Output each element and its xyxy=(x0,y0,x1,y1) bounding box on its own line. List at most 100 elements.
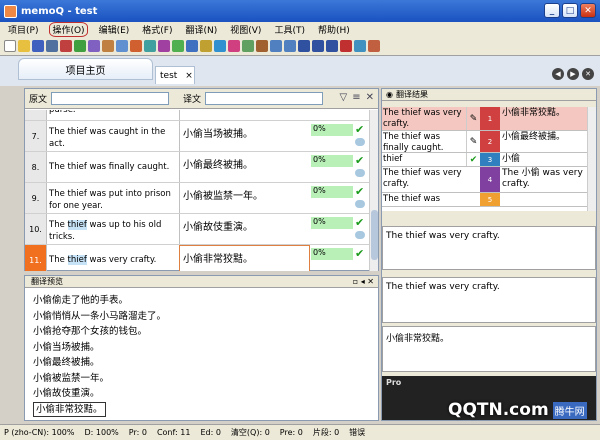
source-text: The thief was very crafty. xyxy=(49,255,157,265)
redo-icon[interactable] xyxy=(284,40,296,52)
list-item[interactable]: The thief was very crafty. ✎ 1 小偷非常狡黠。 xyxy=(382,107,588,131)
result-number: 1 xyxy=(480,107,500,130)
source-text: The thief was finally caught. xyxy=(49,162,170,172)
tab-document[interactable]: test × xyxy=(155,66,195,84)
table-row[interactable]: 7. The thief was caught in the act. 小偷当场… xyxy=(25,121,370,152)
underline-icon[interactable] xyxy=(326,40,338,52)
clear-filter-icon[interactable]: ✕ xyxy=(366,92,374,103)
segment-number: 11. xyxy=(25,245,47,271)
pretranslate-icon[interactable] xyxy=(158,40,170,52)
export-icon[interactable] xyxy=(74,40,86,52)
save-icon[interactable] xyxy=(32,40,44,52)
status-pre: Pre: 0 xyxy=(279,428,303,437)
settings-icon[interactable] xyxy=(88,40,100,52)
result-number: 3 xyxy=(480,153,500,166)
help-icon[interactable] xyxy=(368,40,380,52)
filter-bar: 原文 译文 ▽ ≡ ✕ xyxy=(25,89,378,109)
tab-project-home[interactable]: 项目主页 xyxy=(18,58,153,80)
menu-help[interactable]: 帮助(H) xyxy=(316,23,352,36)
open-icon[interactable] xyxy=(18,40,30,52)
undo-icon[interactable] xyxy=(270,40,282,52)
table-row[interactable]: 10. The thief was up to his old tricks. … xyxy=(25,214,370,245)
translation-preview: 翻译预览 ▫ ◂ ✕ 小偷偷走了他的手表。 小偷悄悄从一条小马路溜走了。 小偷抢… xyxy=(24,275,379,421)
target-text[interactable]: 小偷被监禁一年。 xyxy=(179,183,310,213)
target-text[interactable]: 小偷当场被捕。 xyxy=(179,121,310,151)
app-icon xyxy=(4,4,17,18)
target-filter-label: 译文 xyxy=(183,95,202,105)
target-text[interactable] xyxy=(179,110,310,120)
project-icon[interactable] xyxy=(46,40,58,52)
minimize-button[interactable]: _ xyxy=(544,3,560,18)
menu-translate[interactable]: 翻译(N) xyxy=(183,23,219,36)
grid-scrollbar[interactable] xyxy=(369,110,378,271)
import-icon[interactable] xyxy=(60,40,72,52)
preview-title: 翻译预览 xyxy=(31,277,63,286)
new-icon[interactable] xyxy=(4,40,16,52)
bold-icon[interactable] xyxy=(298,40,310,52)
filter-icon[interactable]: ▽ xyxy=(340,92,348,103)
tm-icon[interactable] xyxy=(200,40,212,52)
check-icon: ✔ xyxy=(355,154,365,167)
close-icon[interactable]: × xyxy=(185,71,193,81)
tm-icon: ✎ xyxy=(466,107,480,130)
italic-icon[interactable] xyxy=(312,40,324,52)
source-text: The thief was up to his old tricks. xyxy=(49,220,162,242)
maximize-button[interactable]: □ xyxy=(562,3,578,18)
comment-icon[interactable] xyxy=(355,200,365,208)
prev-tab-icon[interactable]: ◀ xyxy=(552,68,564,80)
comment-icon[interactable] xyxy=(355,231,365,239)
source-text: The thief was caught in the act. xyxy=(49,127,166,149)
refresh-icon[interactable] xyxy=(144,40,156,52)
source-text: purse. xyxy=(49,110,76,115)
menu-format[interactable]: 格式(F) xyxy=(140,23,174,36)
menu-view[interactable]: 视图(V) xyxy=(228,23,263,36)
comment-icon[interactable] xyxy=(355,138,365,146)
watermark: QQTN.com 腾牛网 xyxy=(448,395,598,425)
sort-icon[interactable]: ≡ xyxy=(352,92,360,103)
table-row-current[interactable]: 11. The thief was very crafty. 小偷非常狡黠。 0… xyxy=(25,245,370,271)
table-row[interactable]: purse. xyxy=(25,110,370,121)
split-icon[interactable] xyxy=(256,40,268,52)
termbase-icon[interactable] xyxy=(214,40,226,52)
table-row[interactable]: 8. The thief was finally caught. 小偷最终被捕。… xyxy=(25,152,370,183)
translation-grid: 原文 译文 ▽ ≡ ✕ purse. 7. The thief was caug… xyxy=(24,88,379,271)
lookup-icon[interactable] xyxy=(228,40,240,52)
close-tab-icon[interactable]: ✕ xyxy=(582,68,594,80)
target-editor[interactable]: 小偷非常狡黠。 xyxy=(179,245,310,271)
result-number: 4 xyxy=(480,167,500,192)
segment-number: 9. xyxy=(25,183,47,213)
list-item[interactable]: thief ✔ 3 小偷 xyxy=(382,153,588,167)
target-filter-input[interactable] xyxy=(205,92,324,105)
list-item[interactable]: The thief was finally caught. ✎ 2 小偷最终被捕… xyxy=(382,131,588,153)
match-percent: 0% xyxy=(311,155,353,167)
resource-icon[interactable] xyxy=(102,40,114,52)
join-icon[interactable] xyxy=(242,40,254,52)
list-item[interactable]: The thief was very crafty. 4 The 小偷 was … xyxy=(382,167,588,193)
source-compare-box: The thief was very crafty. xyxy=(382,226,596,270)
source-filter-input[interactable] xyxy=(51,92,170,105)
menu-edit[interactable]: 编辑(E) xyxy=(97,23,132,36)
spell-icon[interactable] xyxy=(340,40,352,52)
panel-buttons[interactable]: ▫ ◂ ✕ xyxy=(353,277,374,286)
menu-operation[interactable]: 操作(O) xyxy=(49,22,88,37)
match-percent: 0% xyxy=(311,186,353,198)
menu-bar: 项目(P) 操作(O) 编辑(E) 格式(F) 翻译(N) 视图(V) 工具(T… xyxy=(0,22,600,37)
list-item[interactable]: The thief was 5 xyxy=(382,193,588,207)
menu-project[interactable]: 项目(P) xyxy=(6,23,40,36)
target-text[interactable]: 小偷故伎重演。 xyxy=(179,214,310,244)
close-button[interactable]: ✕ xyxy=(580,3,596,18)
table-row[interactable]: 9. The thief was put into prison for one… xyxy=(25,183,370,214)
comment-icon[interactable] xyxy=(355,169,365,177)
target-text[interactable]: 小偷最终被捕。 xyxy=(179,152,310,182)
qa-icon[interactable] xyxy=(186,40,198,52)
status-d: D: 100% xyxy=(84,428,119,437)
next-tab-icon[interactable]: ▶ xyxy=(567,68,579,80)
find-icon[interactable] xyxy=(354,40,366,52)
clear-icon[interactable] xyxy=(130,40,142,52)
stats-icon[interactable] xyxy=(116,40,128,52)
results-scrollbar[interactable] xyxy=(587,107,596,211)
preview-line: 小偷故伎重演。 xyxy=(33,388,100,399)
menu-tools[interactable]: 工具(T) xyxy=(272,23,307,36)
confirm-icon[interactable] xyxy=(172,40,184,52)
check-icon: ✔ xyxy=(355,185,365,198)
